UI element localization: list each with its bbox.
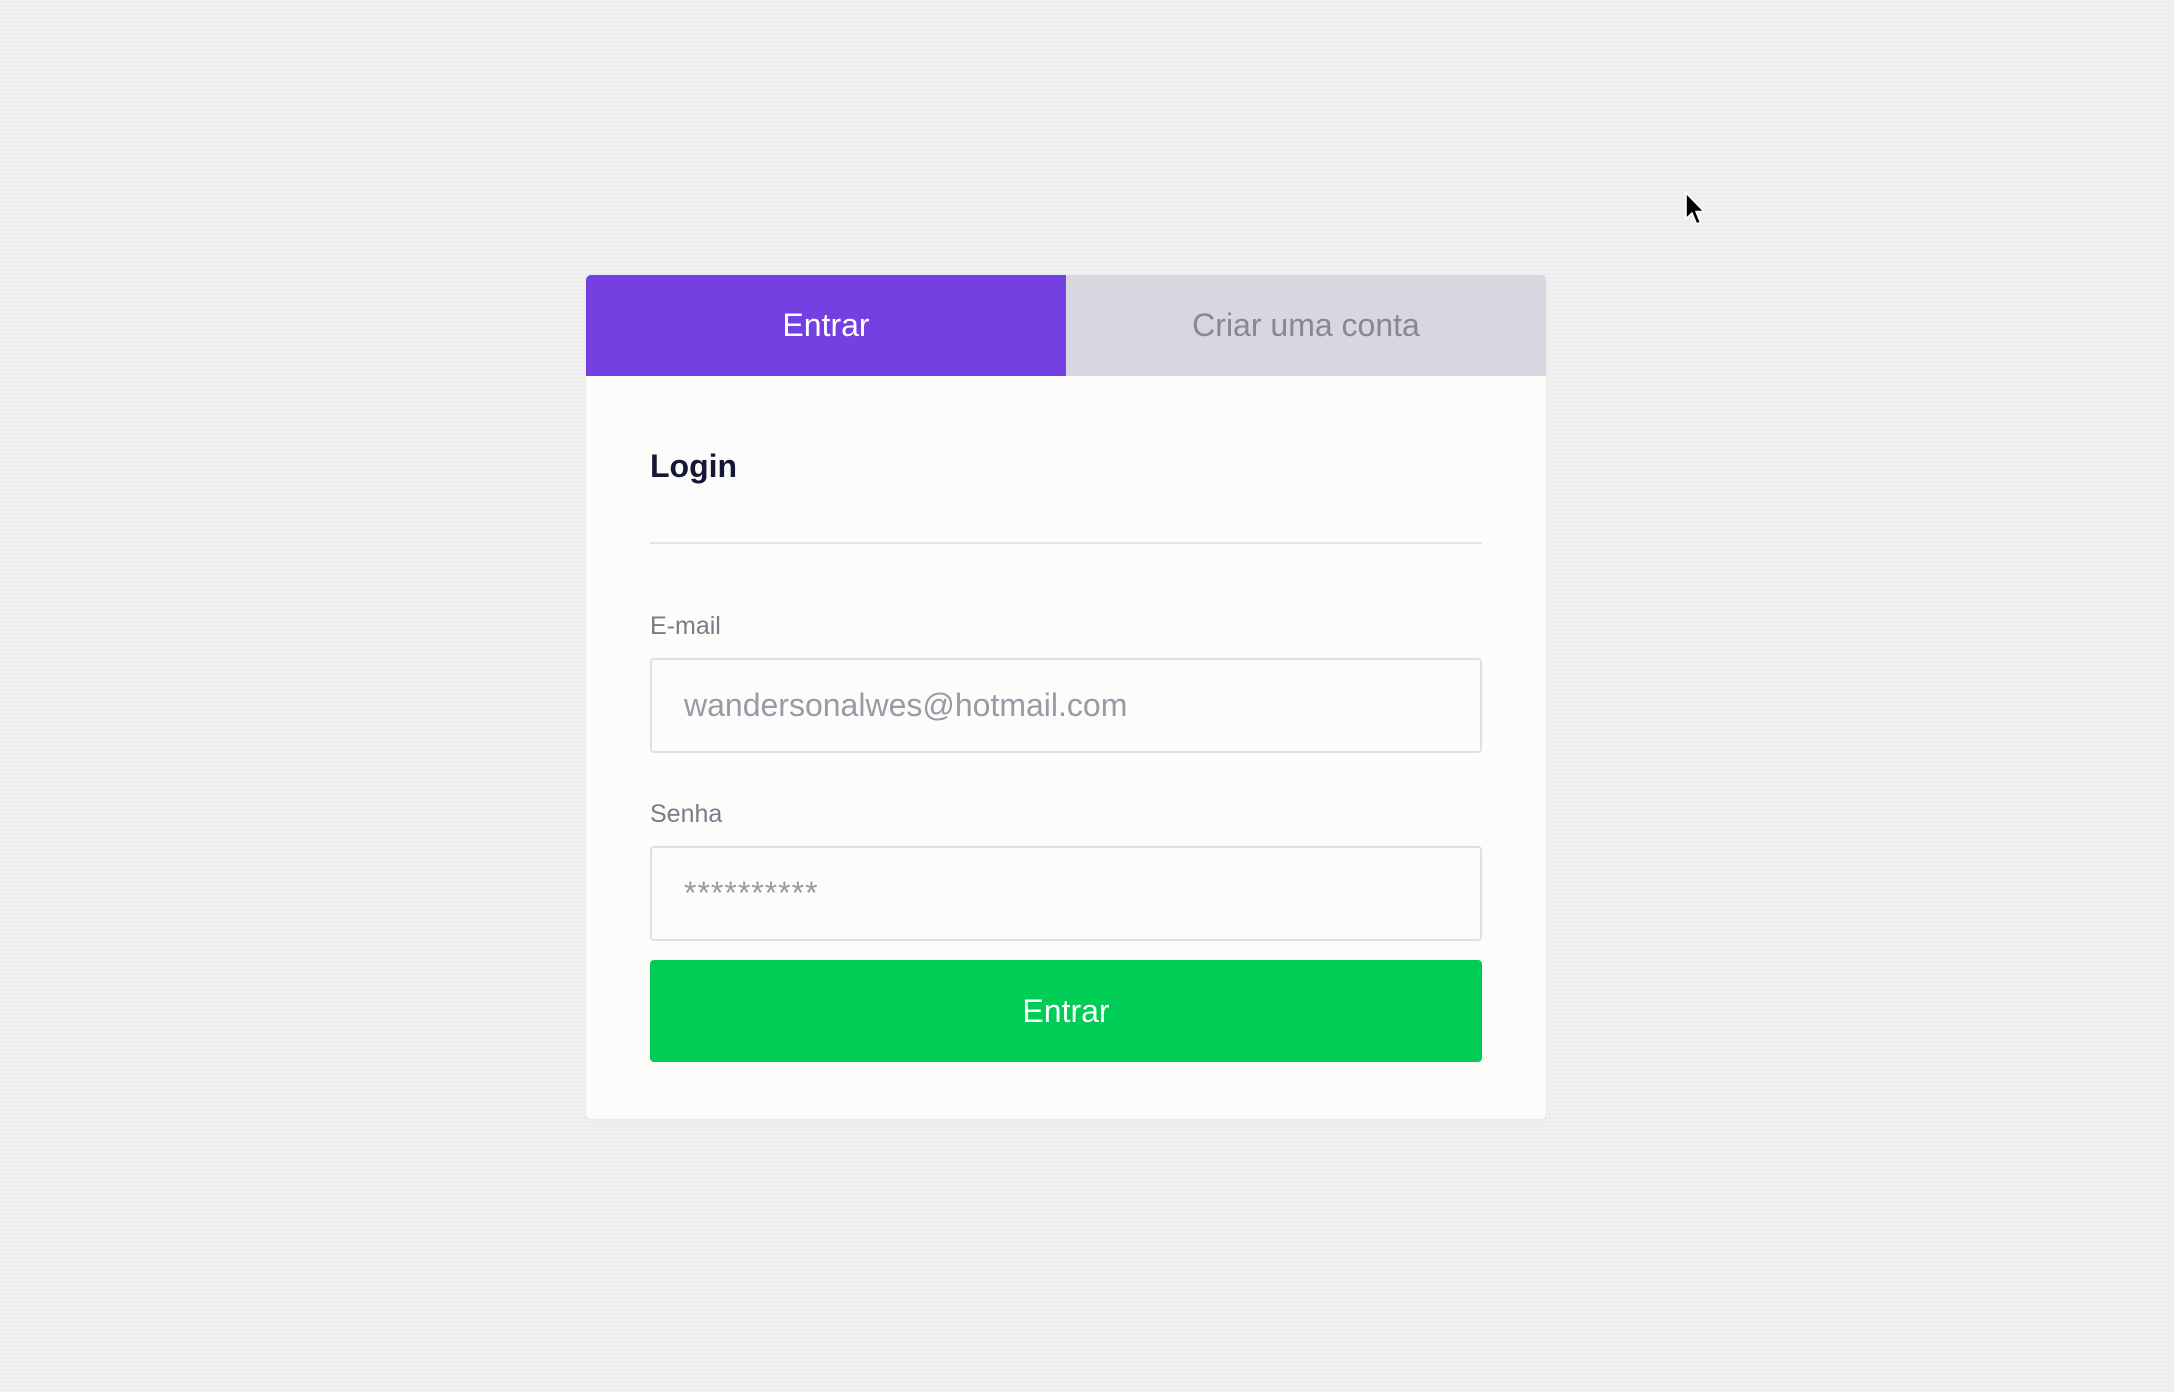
tab-create-account[interactable]: Criar uma conta [1066,275,1546,376]
password-label: Senha [650,800,723,828]
password-field[interactable] [650,846,1482,941]
mouse-pointer-icon [1685,192,1705,225]
tab-signin[interactable]: Entrar [586,275,1066,376]
login-card: Entrar Criar uma conta Login E-mail Senh… [586,275,1546,1119]
email-field[interactable] [650,658,1482,753]
signin-button[interactable]: Entrar [650,960,1482,1062]
auth-tabs: Entrar Criar uma conta [586,275,1546,376]
email-label: E-mail [650,612,721,640]
form-title: Login [650,448,738,484]
title-divider [650,542,1482,544]
